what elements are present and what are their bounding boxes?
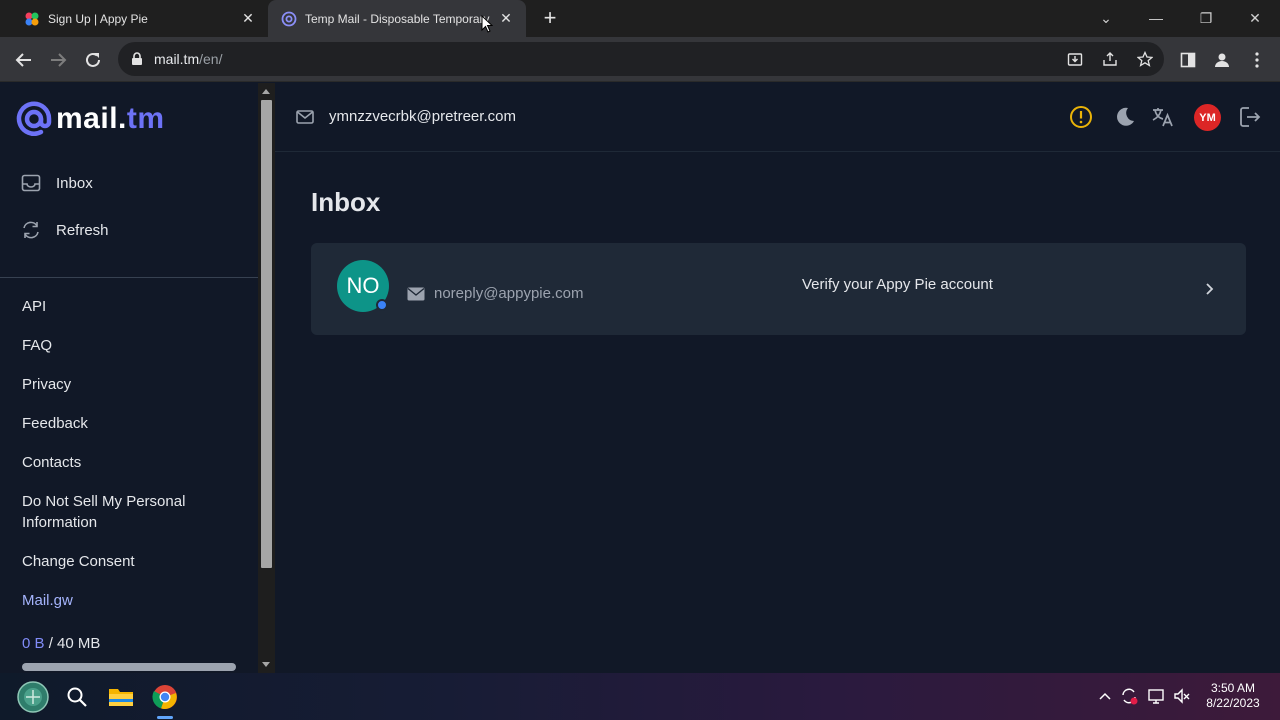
message-row[interactable]: NO noreply@appypie.com Verify your Appy … <box>311 243 1246 335</box>
chrome-taskbar-icon[interactable] <box>147 679 183 719</box>
user-avatar[interactable]: YM <box>1194 104 1221 131</box>
network-icon[interactable] <box>1146 686 1166 706</box>
storage-quota: 0 B / 40 MB <box>22 635 100 652</box>
forward-button[interactable] <box>47 49 69 71</box>
browser-tabstrip: Sign Up | Appy Pie ✕ Temp Mail - Disposa… <box>0 0 1280 37</box>
close-tab-icon[interactable]: ✕ <box>498 10 514 26</box>
sidebar-item-label: Inbox <box>56 174 93 192</box>
minimize-button[interactable]: — <box>1146 8 1166 28</box>
side-panel-icon[interactable] <box>1177 49 1199 71</box>
envelope-icon <box>296 110 314 124</box>
sidebar-item-refresh[interactable]: Refresh <box>20 219 109 241</box>
browser-toolbar: mail.tm/en/ <box>0 37 1280 82</box>
file-explorer-icon[interactable] <box>103 679 139 715</box>
share-icon[interactable] <box>1101 50 1119 68</box>
install-app-icon[interactable] <box>1066 50 1084 68</box>
sidebar: mail.tm Inbox Refresh API FAQ Privacy Fe… <box>0 83 258 673</box>
warning-icon[interactable] <box>1069 105 1093 129</box>
logo-text: mail.tm <box>56 102 165 135</box>
search-icon[interactable] <box>59 679 95 715</box>
message-subject: Verify your Appy Pie account <box>802 276 993 293</box>
envelope-icon <box>407 287 425 301</box>
system-clock[interactable]: 3:50 AM 8/22/2023 <box>1200 681 1266 711</box>
link-change-consent[interactable]: Change Consent <box>22 551 135 572</box>
at-sign-icon <box>16 101 52 136</box>
inbox-icon <box>20 172 42 194</box>
bookmark-star-icon[interactable] <box>1136 50 1154 68</box>
close-tab-icon[interactable]: ✕ <box>240 10 256 26</box>
restore-button[interactable]: ❐ <box>1196 8 1216 28</box>
tray-overflow-chevron-icon[interactable] <box>1095 686 1115 706</box>
logout-icon[interactable] <box>1238 105 1262 129</box>
close-window-button[interactable]: ✕ <box>1245 8 1265 28</box>
page-title: Inbox <box>311 187 381 217</box>
browser-menu-icon[interactable] <box>1246 49 1268 71</box>
address-bar[interactable]: mail.tm/en/ <box>118 42 1164 76</box>
main-content: ymnzzvecrbk@pretreer.com YM Inbox NO nor… <box>275 83 1280 673</box>
mouse-cursor-icon <box>481 15 493 33</box>
back-button[interactable] <box>13 49 35 71</box>
new-tab-button[interactable]: + <box>540 7 560 29</box>
quota-total: / 40 MB <box>48 635 101 652</box>
chevron-right-icon <box>1206 283 1214 295</box>
account-bar: ymnzzvecrbk@pretreer.com YM <box>275 83 1280 152</box>
sidebar-item-label: Refresh <box>56 221 109 239</box>
link-do-not-sell[interactable]: Do Not Sell My Personal Information <box>22 491 222 533</box>
tab-search-icon[interactable]: ⌄ <box>1096 8 1116 28</box>
sidebar-scrollbar[interactable] <box>258 83 275 673</box>
message-sender: noreply@appypie.com <box>434 285 584 302</box>
link-faq[interactable]: FAQ <box>22 335 52 356</box>
sidebar-divider <box>0 277 258 278</box>
mail-tm-logo[interactable]: mail.tm <box>16 101 165 137</box>
reload-button[interactable] <box>82 49 104 71</box>
language-translate-icon[interactable] <box>1151 105 1175 129</box>
link-mail-gw[interactable]: Mail.gw <box>22 590 73 611</box>
link-privacy[interactable]: Privacy <box>22 374 71 395</box>
tab-title: Temp Mail - Disposable Temporary E <box>305 11 491 26</box>
windows-taskbar: 3:50 AM 8/22/2023 <box>0 673 1280 720</box>
refresh-icon <box>20 219 42 241</box>
dark-mode-moon-icon[interactable] <box>1113 105 1137 129</box>
link-feedback[interactable]: Feedback <box>22 413 88 434</box>
sidebar-item-inbox[interactable]: Inbox <box>20 172 93 194</box>
clock-date: 8/22/2023 <box>1206 696 1260 710</box>
link-contacts[interactable]: Contacts <box>22 452 81 473</box>
start-orb-icon <box>17 681 49 713</box>
current-email-address[interactable]: ymnzzvecrbk@pretreer.com <box>329 108 516 125</box>
active-app-indicator <box>157 716 173 719</box>
unread-indicator <box>376 299 388 311</box>
url-text: mail.tm/en/ <box>154 51 223 67</box>
mail-tm-favicon-icon <box>281 11 297 27</box>
appy-pie-favicon-icon <box>24 11 40 27</box>
link-api[interactable]: API <box>22 296 46 317</box>
sync-status-icon[interactable] <box>1119 686 1139 706</box>
horizontal-scrollbar[interactable] <box>22 663 236 671</box>
tab-appy-pie[interactable]: Sign Up | Appy Pie ✕ <box>0 0 268 37</box>
lock-icon[interactable] <box>130 52 144 66</box>
scroll-up-arrow-icon[interactable] <box>262 89 270 94</box>
volume-muted-icon[interactable] <box>1172 686 1192 706</box>
profile-icon[interactable] <box>1211 49 1233 71</box>
clock-time: 3:50 AM <box>1210 681 1256 695</box>
quota-used: 0 B <box>22 635 45 652</box>
scroll-down-arrow-icon[interactable] <box>262 662 270 667</box>
tab-title: Sign Up | Appy Pie <box>48 11 148 26</box>
scrollbar-thumb[interactable] <box>261 100 272 568</box>
start-button[interactable] <box>15 679 51 715</box>
